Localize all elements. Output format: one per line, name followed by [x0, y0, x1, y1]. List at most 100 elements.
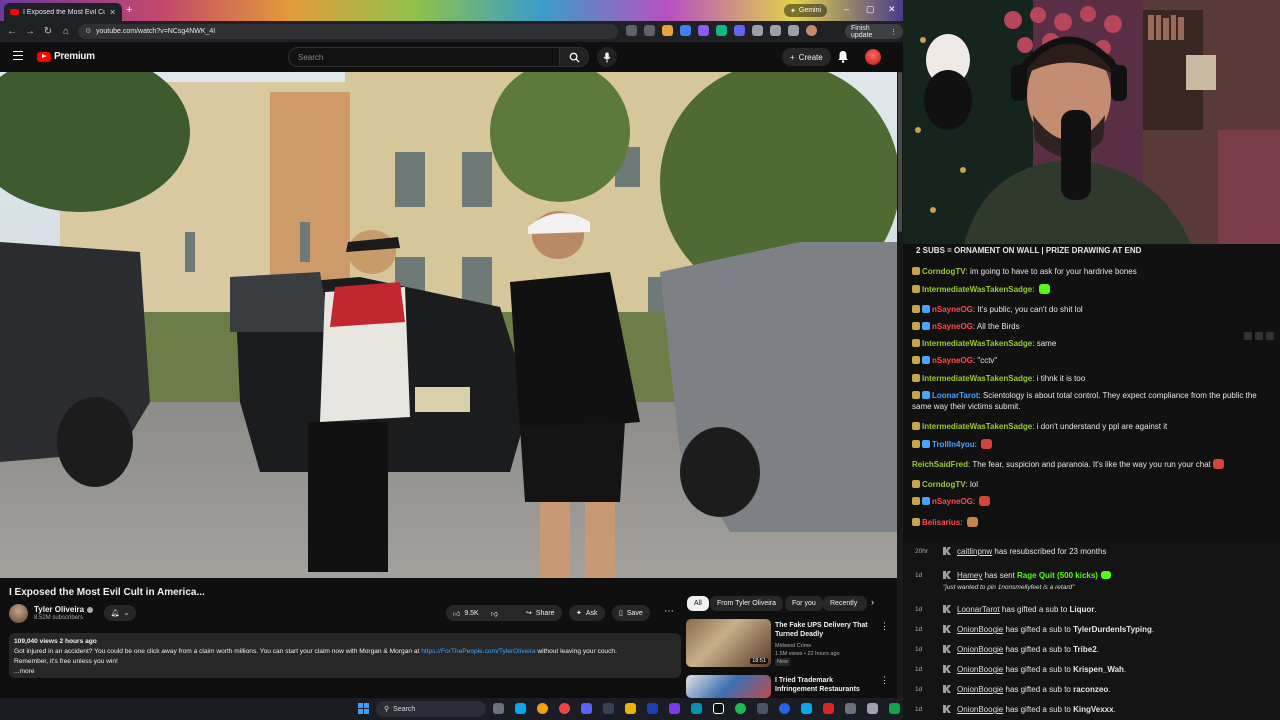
- steam-icon[interactable]: [647, 703, 658, 714]
- event-username[interactable]: OnionBoogie: [957, 625, 1003, 634]
- chat-username[interactable]: nSayneOG: [932, 497, 973, 506]
- recommendation-thumbnail[interactable]: [686, 675, 771, 698]
- like-button[interactable]: 👍︎: [453, 609, 460, 618]
- reload-icon[interactable]: ↻: [39, 26, 57, 37]
- chat-username[interactable]: nSayneOG: [932, 305, 973, 314]
- chat-message[interactable]: TrollIn4you:: [912, 439, 993, 450]
- chat-message[interactable]: CorndogTV: im going to have to ask for y…: [912, 266, 1137, 277]
- finish-update-button[interactable]: Finish update ⋮: [845, 24, 903, 39]
- event-username[interactable]: OnionBoogie: [957, 685, 1003, 694]
- more-actions-icon[interactable]: ⋯: [664, 606, 674, 617]
- spotify-icon[interactable]: [735, 703, 746, 714]
- description-box[interactable]: 109,040 views 2 hours ago Got injured in…: [9, 633, 681, 678]
- extensions-puzzle-icon[interactable]: [752, 25, 763, 36]
- site-info-icon[interactable]: ⚙: [85, 27, 91, 35]
- sidebar-icon[interactable]: [788, 25, 799, 36]
- reply-icon[interactable]: [1255, 332, 1263, 340]
- chat-username[interactable]: nSayneOG: [932, 322, 973, 331]
- discord-icon[interactable]: [581, 703, 592, 714]
- recommendation-thumbnail[interactable]: 18:51: [686, 619, 771, 667]
- pin-icon[interactable]: [1244, 332, 1252, 340]
- extension-icon[interactable]: [662, 25, 673, 36]
- gift-recipient[interactable]: KingVexxx: [1073, 705, 1113, 714]
- chat-username[interactable]: ReichSaidFred: [912, 460, 968, 469]
- chat-username[interactable]: CorndogTV: [922, 480, 966, 489]
- copy-icon[interactable]: [1266, 332, 1274, 340]
- app-icon[interactable]: [603, 703, 614, 714]
- gift-recipient[interactable]: raconzeo: [1073, 685, 1108, 694]
- event-username[interactable]: OnionBoogie: [957, 665, 1003, 674]
- obs-icon[interactable]: [713, 703, 724, 714]
- maximize-icon[interactable]: ▢: [866, 4, 875, 15]
- sponsor-link[interactable]: https://ForThePeople.com/TylerOliveira: [421, 648, 535, 655]
- recommendation-menu-icon[interactable]: ⋮: [880, 621, 889, 632]
- chat-message[interactable]: IntermediateWasTakenSadge: i don't under…: [912, 421, 1167, 432]
- close-window-icon[interactable]: ✕: [888, 4, 896, 15]
- youtube-logo[interactable]: Premium: [37, 51, 95, 62]
- chat-message[interactable]: nSayneOG: It's public, you can't do shit…: [912, 304, 1083, 315]
- channel-avatar[interactable]: [9, 604, 28, 623]
- subscription-bell-button[interactable]: 🔔︎ ⌄: [104, 605, 136, 621]
- app-icon[interactable]: [889, 703, 900, 714]
- app-icon[interactable]: [669, 703, 680, 714]
- like-count[interactable]: 9.5K: [464, 610, 478, 617]
- share-button[interactable]: ↪ Share: [519, 605, 562, 621]
- app-icon[interactable]: [823, 703, 834, 714]
- chip-all[interactable]: All: [687, 596, 709, 611]
- extension-icon[interactable]: [698, 25, 709, 36]
- minimize-icon[interactable]: –: [844, 4, 849, 14]
- gift-recipient[interactable]: Krispen_Wah: [1073, 665, 1124, 674]
- voice-search-button[interactable]: [597, 47, 617, 67]
- cast-icon[interactable]: [626, 25, 637, 36]
- chrome-icon[interactable]: [537, 703, 548, 714]
- account-avatar[interactable]: [865, 49, 881, 65]
- recommendation-channel[interactable]: Midwest Crime: [775, 642, 811, 650]
- search-button[interactable]: [559, 47, 589, 67]
- save-button[interactable]: ▯ Save: [612, 605, 650, 621]
- chat-username[interactable]: TrollIn4you: [932, 440, 975, 449]
- search-input[interactable]: Search: [288, 47, 560, 67]
- app-icon[interactable]: [757, 703, 768, 714]
- recommendation-menu-icon[interactable]: ⋮: [880, 675, 889, 686]
- scrollbar-thumb[interactable]: [898, 72, 902, 232]
- notifications-bell-icon[interactable]: [837, 50, 849, 63]
- gemini-button[interactable]: ✦ Gemini: [784, 4, 828, 17]
- chat-username[interactable]: IntermediateWasTakenSadge: [922, 374, 1032, 383]
- home-icon[interactable]: ⌂: [57, 26, 75, 37]
- task-view-icon[interactable]: [493, 703, 504, 714]
- chat-message[interactable]: nSayneOG: All the Birds: [912, 321, 1020, 332]
- create-button[interactable]: + Create: [782, 48, 831, 66]
- chat-username[interactable]: nSayneOG: [932, 356, 973, 365]
- new-tab-button[interactable]: +: [126, 4, 132, 16]
- chat-message[interactable]: nSayneOG: "cctv": [912, 355, 997, 366]
- app-icon[interactable]: [691, 703, 702, 714]
- profile-avatar[interactable]: [806, 25, 817, 36]
- event-username[interactable]: OnionBoogie: [957, 705, 1003, 714]
- show-more-link[interactable]: ...more: [14, 667, 676, 677]
- chrome-icon[interactable]: [559, 703, 570, 714]
- chat-message[interactable]: ReichSaidFred: The fear, suspicion and p…: [912, 459, 1224, 470]
- app-icon[interactable]: [845, 703, 856, 714]
- menu-icon[interactable]: [13, 51, 23, 60]
- chat-message[interactable]: LoonarTarot: Scientology is about total …: [912, 390, 1272, 412]
- chat-message[interactable]: nSayneOG:: [912, 496, 991, 507]
- channel-name[interactable]: Tyler Oliveira: [34, 605, 94, 614]
- gift-recipient[interactable]: Liquor: [1070, 605, 1095, 614]
- chip-for-you[interactable]: For you: [785, 596, 823, 611]
- chat-message[interactable]: CorndogTV: lol: [912, 479, 978, 490]
- event-username[interactable]: caitlinpnw: [957, 547, 992, 556]
- chat-message[interactable]: Belisarius:: [912, 517, 978, 528]
- windows-start-icon[interactable]: [358, 703, 369, 714]
- chat-username[interactable]: LoonarTarot: [932, 391, 979, 400]
- back-icon[interactable]: ←: [3, 26, 21, 37]
- extension-icon[interactable]: [680, 25, 691, 36]
- extension-icon[interactable]: [716, 25, 727, 36]
- recommendation-title[interactable]: I Tried Trademark Infringement Restauran…: [775, 676, 875, 694]
- forward-icon[interactable]: →: [21, 26, 39, 37]
- file-explorer-icon[interactable]: [625, 703, 636, 714]
- gift-recipient[interactable]: Tribe2: [1073, 645, 1097, 654]
- event-username[interactable]: Hamey: [957, 571, 982, 580]
- recommendation-title[interactable]: The Fake UPS Delivery That Turned Deadly: [775, 621, 875, 639]
- chat-username[interactable]: IntermediateWasTakenSadge: [922, 285, 1032, 294]
- browser-tab[interactable]: I Exposed the Most Evil Cult in ✕: [4, 3, 122, 21]
